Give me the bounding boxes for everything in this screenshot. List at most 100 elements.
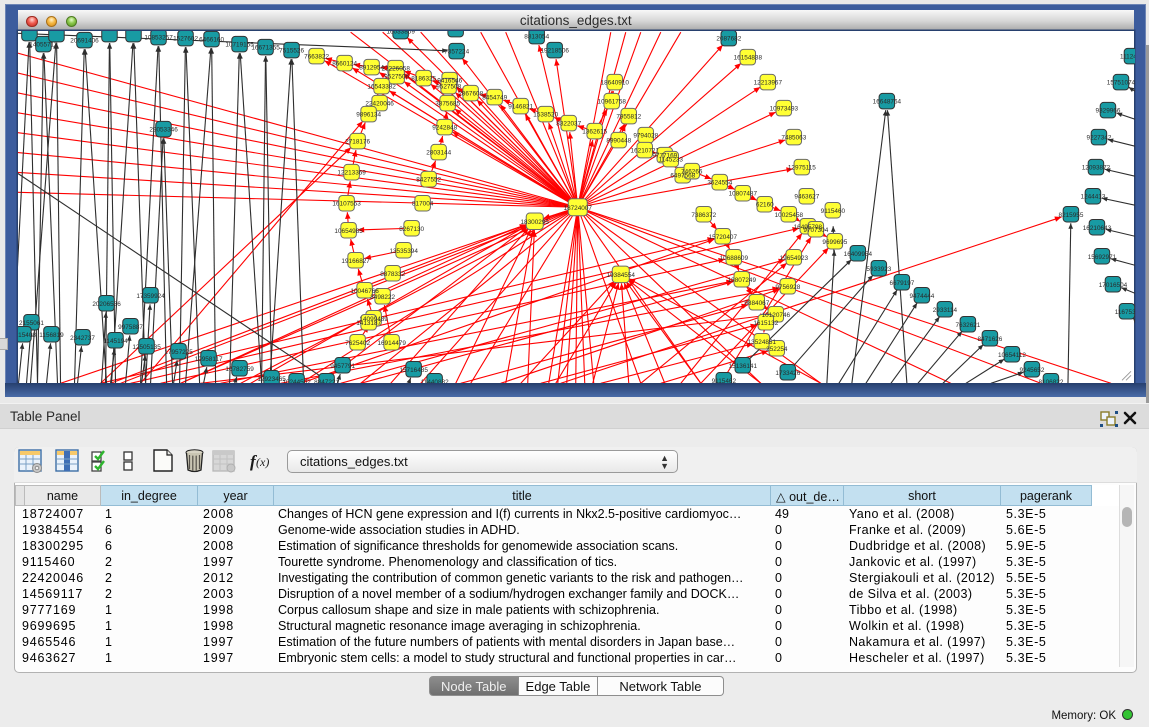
- svg-text:10807487: 10807487: [728, 191, 757, 198]
- svg-text:7515526: 7515526: [279, 48, 304, 55]
- svg-text:12213369: 12213369: [337, 170, 366, 177]
- svg-text:16914479: 16914479: [377, 340, 406, 347]
- svg-text:7632621: 7632621: [955, 322, 980, 329]
- svg-text:20691406: 20691406: [70, 38, 99, 45]
- svg-text:1362615: 1362615: [582, 129, 607, 136]
- svg-text:9227342: 9227342: [1086, 135, 1111, 142]
- svg-text:13535394: 13535394: [389, 248, 418, 255]
- svg-text:15136141: 15136141: [728, 363, 757, 370]
- svg-text:10244502: 10244502: [282, 379, 311, 383]
- svg-text:10688609: 10688609: [719, 255, 748, 262]
- svg-text:8847221: 8847221: [314, 379, 339, 383]
- svg-text:14055713: 14055713: [29, 42, 58, 49]
- svg-text:8215955: 8215955: [1058, 212, 1083, 219]
- svg-text:1413187: 1413187: [356, 320, 381, 327]
- svg-text:15716485: 15716485: [399, 367, 428, 374]
- svg-text:1112435: 1112435: [1120, 54, 1135, 61]
- svg-text:9884067: 9884067: [744, 300, 769, 307]
- svg-text:9474444: 9474444: [909, 293, 934, 300]
- svg-text:16210643: 16210643: [1082, 225, 1111, 232]
- svg-text:2718176: 2718176: [345, 139, 370, 146]
- svg-text:12213967: 12213967: [753, 80, 782, 87]
- svg-text:19384554: 19384554: [606, 272, 635, 279]
- svg-text:7955812: 7955812: [616, 114, 641, 121]
- svg-text:6466160: 6466160: [199, 37, 224, 44]
- svg-text:9794028: 9794028: [633, 133, 658, 140]
- svg-text:9245652: 9245652: [1019, 367, 1044, 374]
- svg-text:7663822: 7663822: [304, 54, 329, 61]
- svg-text:10973493: 10973493: [769, 106, 798, 113]
- svg-text:2933114: 2933114: [932, 307, 957, 314]
- svg-text:9896134: 9896134: [356, 112, 381, 119]
- svg-text:5933923: 5933923: [866, 266, 891, 273]
- svg-text:18300295: 18300295: [520, 219, 549, 226]
- svg-text:8267130: 8267130: [399, 226, 424, 233]
- svg-text:3875685: 3875685: [435, 101, 460, 108]
- svg-text:2087682: 2087682: [716, 36, 741, 43]
- svg-text:19166827: 19166827: [341, 258, 370, 265]
- svg-text:2867608: 2867608: [458, 91, 483, 98]
- svg-text:8990448: 8990448: [606, 138, 631, 145]
- svg-text:9707304: 9707304: [803, 227, 828, 234]
- svg-text:19218506: 19218506: [540, 48, 569, 55]
- svg-text:3498222: 3498222: [370, 294, 395, 301]
- svg-text:19654923: 19654923: [779, 255, 808, 262]
- svg-text:9527508: 9527508: [436, 84, 461, 91]
- svg-text:1538520: 1538520: [533, 112, 558, 119]
- svg-text:15692971: 15692971: [1087, 254, 1116, 261]
- svg-text:22420046: 22420046: [365, 101, 394, 108]
- svg-text:1167533: 1167533: [1114, 309, 1134, 316]
- svg-text:2155061: 2155061: [19, 320, 44, 327]
- svg-text:3915408: 3915408: [18, 332, 36, 339]
- svg-text:16409954: 16409954: [843, 251, 872, 258]
- svg-text:20206536: 20206536: [92, 301, 121, 308]
- svg-text:29053346: 29053346: [149, 127, 178, 134]
- svg-text:10958117: 10958117: [194, 356, 222, 363]
- svg-text:9115460: 9115460: [820, 208, 845, 215]
- svg-text:16154838: 16154838: [733, 55, 762, 62]
- svg-text:746266: 746266: [681, 169, 703, 176]
- svg-text:8878332: 8878332: [380, 271, 405, 278]
- svg-text:3624554: 3624554: [707, 180, 732, 187]
- svg-text:10120746: 10120746: [761, 312, 790, 319]
- svg-text:8106822: 8106822: [1038, 379, 1063, 383]
- svg-text:9457791: 9457791: [330, 363, 355, 370]
- svg-text:8454749: 8454749: [482, 95, 507, 102]
- svg-text:252254: 252254: [766, 346, 788, 353]
- svg-text:6679197: 6679197: [889, 280, 914, 287]
- svg-text:16671355: 16671355: [251, 45, 280, 52]
- svg-text:1733426: 1733426: [775, 370, 800, 377]
- svg-text:16107553: 16107553: [332, 201, 361, 208]
- svg-text:17359924: 17359924: [136, 293, 165, 300]
- svg-text:1244413: 1244413: [1080, 194, 1105, 201]
- svg-text:16648764: 16648764: [872, 99, 901, 106]
- svg-text:12975115: 12975115: [787, 165, 815, 172]
- svg-text:1156819: 1156819: [39, 332, 64, 339]
- svg-text:62160: 62160: [755, 202, 773, 209]
- svg-text:9146821: 9146821: [508, 104, 533, 111]
- svg-text:2803144: 2803144: [426, 150, 451, 157]
- svg-text:9329966: 9329966: [1095, 108, 1120, 115]
- svg-text:23226058: 23226058: [381, 66, 410, 73]
- svg-text:18640910: 18640910: [600, 80, 629, 87]
- svg-text:9756928: 9756928: [775, 284, 800, 291]
- svg-text:9463627: 9463627: [794, 194, 819, 201]
- svg-text:15720407: 15720407: [708, 234, 737, 241]
- svg-text:10853257: 10853257: [144, 35, 173, 42]
- svg-text:17016504: 17016504: [1098, 282, 1127, 289]
- svg-text:(x): (x): [256, 455, 269, 469]
- svg-text:2342737: 2342737: [70, 335, 95, 342]
- svg-text:18724007: 18724007: [563, 205, 592, 212]
- svg-text:11440882: 11440882: [420, 379, 448, 383]
- svg-text:9975887: 9975887: [118, 324, 143, 331]
- svg-text:1145233: 1145233: [658, 157, 683, 164]
- svg-text:9242848: 9242848: [432, 125, 457, 132]
- svg-text:13524851: 13524851: [747, 339, 776, 346]
- svg-text:1615132: 1615132: [753, 320, 778, 327]
- svg-text:9699695: 9699695: [822, 239, 847, 246]
- svg-text:16033809: 16033809: [386, 31, 415, 36]
- svg-text:7625402: 7625402: [345, 340, 370, 347]
- svg-text:12505135: 12505135: [132, 344, 161, 351]
- svg-text:8186325: 8186325: [411, 76, 436, 83]
- svg-text:7485063: 7485063: [781, 135, 806, 142]
